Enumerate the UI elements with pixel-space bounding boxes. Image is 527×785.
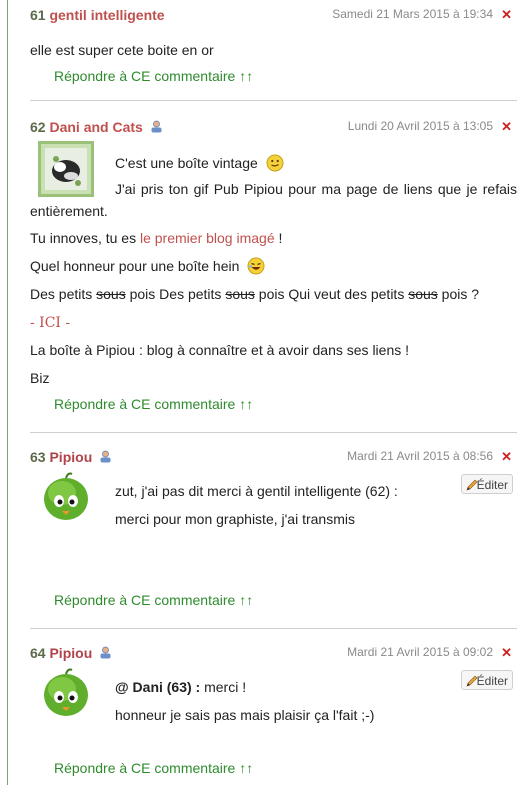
edit-button[interactable]: Éditer — [461, 670, 513, 690]
comment-text: J'ai pris ton gif Pub Pipiou pour ma pag… — [115, 181, 517, 197]
comment-text: honneur je sais pas mais plaisir ça l'fa… — [115, 707, 375, 723]
user-icon — [100, 450, 111, 463]
comment-text: Tu innoves, tu es — [30, 230, 140, 246]
comment-62: 62 Dani and Cats Lundi 20 Avril 2015 à 1… — [30, 119, 517, 412]
comment-author[interactable]: Pipiou — [49, 449, 92, 465]
comment-text: C'est une boîte vintage — [115, 155, 258, 171]
comment-text: elle est super cete boite en or — [30, 42, 214, 58]
comment-number: 64 — [30, 645, 46, 661]
comment-author[interactable]: Pipiou — [49, 645, 92, 661]
comment-text: Des petits — [30, 286, 97, 302]
comment-text: pois ? — [437, 286, 480, 302]
comment-64: 64 Pipiou Mardi 21 Avril 2015 à 09:02 ✕ … — [30, 645, 517, 776]
strike-text: sous — [408, 286, 438, 302]
comment-date: Mardi 21 Avril 2015 à 09:02 — [347, 645, 493, 659]
reply-link[interactable]: Répondre à CE commentaire ↑↑ — [54, 592, 253, 608]
close-icon[interactable]: ✕ — [501, 7, 512, 23]
comment-text: merci ! — [200, 679, 247, 695]
edit-label: Éditer — [476, 478, 508, 492]
pencil-icon — [466, 675, 478, 687]
comment-text: ! — [274, 230, 283, 246]
comment-number: 61 — [30, 7, 46, 23]
avatar[interactable] — [42, 471, 98, 527]
close-icon[interactable]: ✕ — [501, 449, 512, 465]
comment-61: 61 gentil intelligente Samedi 21 Mars 20… — [30, 7, 517, 84]
blog-link[interactable]: le premier blog imagé — [140, 230, 275, 246]
ici-link[interactable]: - ICI - — [30, 315, 70, 331]
comment-text: entièrement. — [30, 203, 108, 219]
comment-number: 63 — [30, 449, 46, 465]
comment-number: 62 — [30, 119, 46, 135]
comment-author[interactable]: gentil intelligente — [49, 7, 164, 23]
comment-63: 63 Pipiou Mardi 21 Avril 2015 à 08:56 ✕ … — [30, 449, 517, 608]
separator — [30, 432, 517, 433]
comment-author[interactable]: Dani and Cats — [49, 119, 142, 135]
comment-date: Samedi 21 Mars 2015 à 19:34 — [332, 7, 493, 21]
comment-text: Quel honneur pour une boîte hein — [30, 258, 240, 274]
user-icon — [151, 120, 162, 133]
mention-text: @ Dani (63) : — [115, 679, 201, 695]
smiley-icon — [266, 154, 284, 172]
comment-text: pois Qui veut des petits — [254, 286, 409, 302]
edit-label: Éditer — [476, 674, 508, 688]
laughing-smiley-icon — [247, 257, 265, 275]
close-icon[interactable]: ✕ — [501, 119, 512, 135]
comment-date: Lundi 20 Avril 2015 à 13:05 — [347, 119, 493, 133]
edit-button[interactable]: Éditer — [461, 474, 513, 494]
comment-text: La boîte à Pipiou : blog à connaître et … — [30, 342, 410, 358]
avatar[interactable] — [42, 667, 98, 723]
comment-text: Biz — [30, 370, 50, 386]
user-icon — [100, 646, 111, 659]
reply-link[interactable]: Répondre à CE commentaire ↑↑ — [54, 760, 253, 776]
separator — [30, 628, 517, 629]
pencil-icon — [466, 479, 478, 491]
avatar[interactable] — [38, 141, 94, 197]
reply-link[interactable]: Répondre à CE commentaire ↑↑ — [54, 68, 253, 84]
comment-date: Mardi 21 Avril 2015 à 08:56 — [347, 449, 493, 463]
comment-text: zut, j'ai pas dit merci à gentil intelli… — [115, 483, 398, 499]
left-border — [7, 0, 8, 785]
strike-text: sous — [225, 286, 255, 302]
strike-text: sous — [96, 286, 126, 302]
comment-text: pois Des petits — [125, 286, 226, 302]
comment-text: merci pour mon graphiste, j'ai transmis — [115, 511, 355, 527]
reply-link[interactable]: Répondre à CE commentaire ↑↑ — [54, 396, 253, 412]
close-icon[interactable]: ✕ — [501, 645, 512, 661]
separator — [30, 100, 517, 101]
